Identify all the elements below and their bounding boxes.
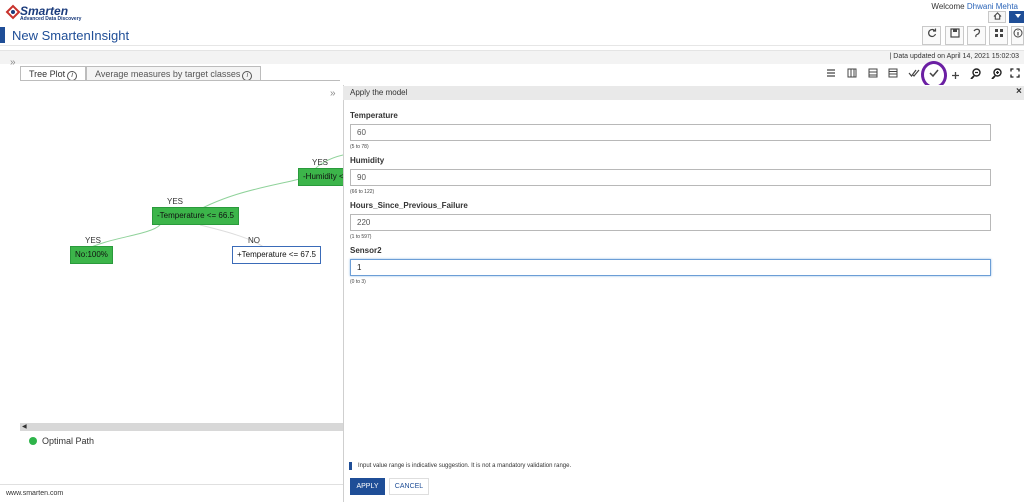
add-button[interactable] <box>946 68 964 84</box>
range-note: Input value range is indicative suggesti… <box>358 463 572 469</box>
share-button[interactable] <box>967 26 986 45</box>
logo-subtitle: Advanced Data Discovery <box>20 16 82 22</box>
footer-divider <box>0 484 343 485</box>
legend-dot-icon <box>29 437 37 445</box>
temperature-input[interactable] <box>350 124 991 141</box>
table-view-button[interactable] <box>864 68 882 84</box>
tab-tree-plot-label: Tree Plot <box>29 69 66 79</box>
smarten-logo: Smarten Advanced Data Discovery <box>4 3 104 23</box>
tree-edges <box>84 154 343 251</box>
title-accent <box>0 27 5 43</box>
expand-panel-icon[interactable]: » <box>10 57 16 68</box>
temperature-range-hint: (5 to 78) <box>350 144 369 150</box>
grid-icon <box>994 29 1003 37</box>
zoom-out-icon <box>969 68 981 80</box>
tree-node-temperature-66[interactable]: -Temperature <= 66.5 <box>152 207 239 225</box>
user-name-link[interactable]: Dhwani Mehta <box>967 2 1018 11</box>
data-updated-text: | Data updated on April 14, 2021 15:02:0… <box>889 53 1019 60</box>
note-accent <box>349 462 352 470</box>
tab-underline <box>20 80 340 81</box>
double-check-icon <box>908 69 920 77</box>
home-icon <box>993 12 1001 20</box>
page-title: New SmartenInsight <box>12 28 130 43</box>
field-label-humidity: Humidity <box>350 156 385 165</box>
title-bar <box>0 26 1024 46</box>
rows-view-button[interactable] <box>884 68 902 84</box>
cancel-button[interactable]: CANCEL <box>389 478 429 495</box>
layout-button[interactable] <box>989 26 1008 45</box>
save-button[interactable] <box>945 26 964 45</box>
zoom-in-button[interactable] <box>987 68 1005 84</box>
edge-label-no: NO <box>248 236 260 245</box>
close-icon[interactable]: × <box>1016 86 1022 97</box>
info-icon <box>1013 28 1022 38</box>
plus-icon <box>951 72 959 79</box>
humidity-range-hint: (66 to 122) <box>350 189 375 195</box>
field-label-sensor2: Sensor2 <box>350 246 382 255</box>
hours-since-failure-range-hint: (1 to 597) <box>350 234 372 240</box>
tab-average-measures-label: Average measures by target classes <box>95 69 241 79</box>
refresh-icon <box>927 28 936 38</box>
share-icon <box>972 28 980 38</box>
sensor2-range-hint: (0 to 3) <box>350 279 366 285</box>
column-view-button[interactable] <box>843 68 861 84</box>
status-strip <box>0 50 1024 64</box>
user-menu-button[interactable] <box>1009 11 1024 23</box>
footer-site: www.smarten.com <box>6 490 64 497</box>
scroll-left-arrow-icon[interactable]: ◀ <box>22 423 27 430</box>
fullscreen-icon <box>1010 68 1020 78</box>
home-button[interactable] <box>988 11 1006 23</box>
welcome-text: Welcome Dhwani Mehta <box>931 2 1018 11</box>
tab-tree-plot[interactable]: Tree Plot i <box>20 66 87 81</box>
field-label-temperature: Temperature <box>350 111 398 120</box>
save-icon <box>949 28 960 38</box>
table-icon <box>868 68 878 78</box>
horizontal-scrollbar[interactable] <box>20 423 343 431</box>
sensor2-input[interactable] <box>350 259 991 276</box>
welcome-prefix: Welcome <box>931 2 965 11</box>
legend-optimal-path: Optimal Path <box>42 436 95 446</box>
edge-label-yes: YES <box>312 158 329 167</box>
columns-icon <box>847 68 857 78</box>
field-label-hours-since-failure: Hours_Since_Previous_Failure <box>350 201 468 210</box>
humidity-input[interactable] <box>350 169 991 186</box>
refresh-button[interactable] <box>922 26 941 45</box>
zoom-in-icon <box>990 68 1002 80</box>
tab-average-measures[interactable]: Average measures by target classes i <box>86 66 262 81</box>
rows-icon <box>888 68 898 78</box>
apply-button[interactable]: APPLY <box>350 478 385 495</box>
fullscreen-button[interactable] <box>1006 68 1024 84</box>
tree-node-leaf-no[interactable]: No:100% <box>70 246 113 264</box>
panel-header <box>343 86 1024 100</box>
edge-label-yes: YES <box>85 236 102 245</box>
zoom-out-button[interactable] <box>966 68 984 84</box>
tree-node-humidity[interactable]: -Humidity <= <box>298 168 344 186</box>
caret-down-icon <box>1015 14 1021 18</box>
list-view-button[interactable] <box>822 68 840 84</box>
list-icon <box>827 69 835 77</box>
tree-node-temperature-67[interactable]: +Temperature <= 67.5 <box>232 246 321 264</box>
apply-model-panel <box>343 85 1024 502</box>
collapse-panel-icon[interactable]: » <box>330 88 336 99</box>
edge-label-yes: YES <box>167 197 184 206</box>
hours-since-failure-input[interactable] <box>350 214 991 231</box>
info-button[interactable] <box>1011 26 1024 45</box>
panel-title: Apply the model <box>350 88 408 97</box>
